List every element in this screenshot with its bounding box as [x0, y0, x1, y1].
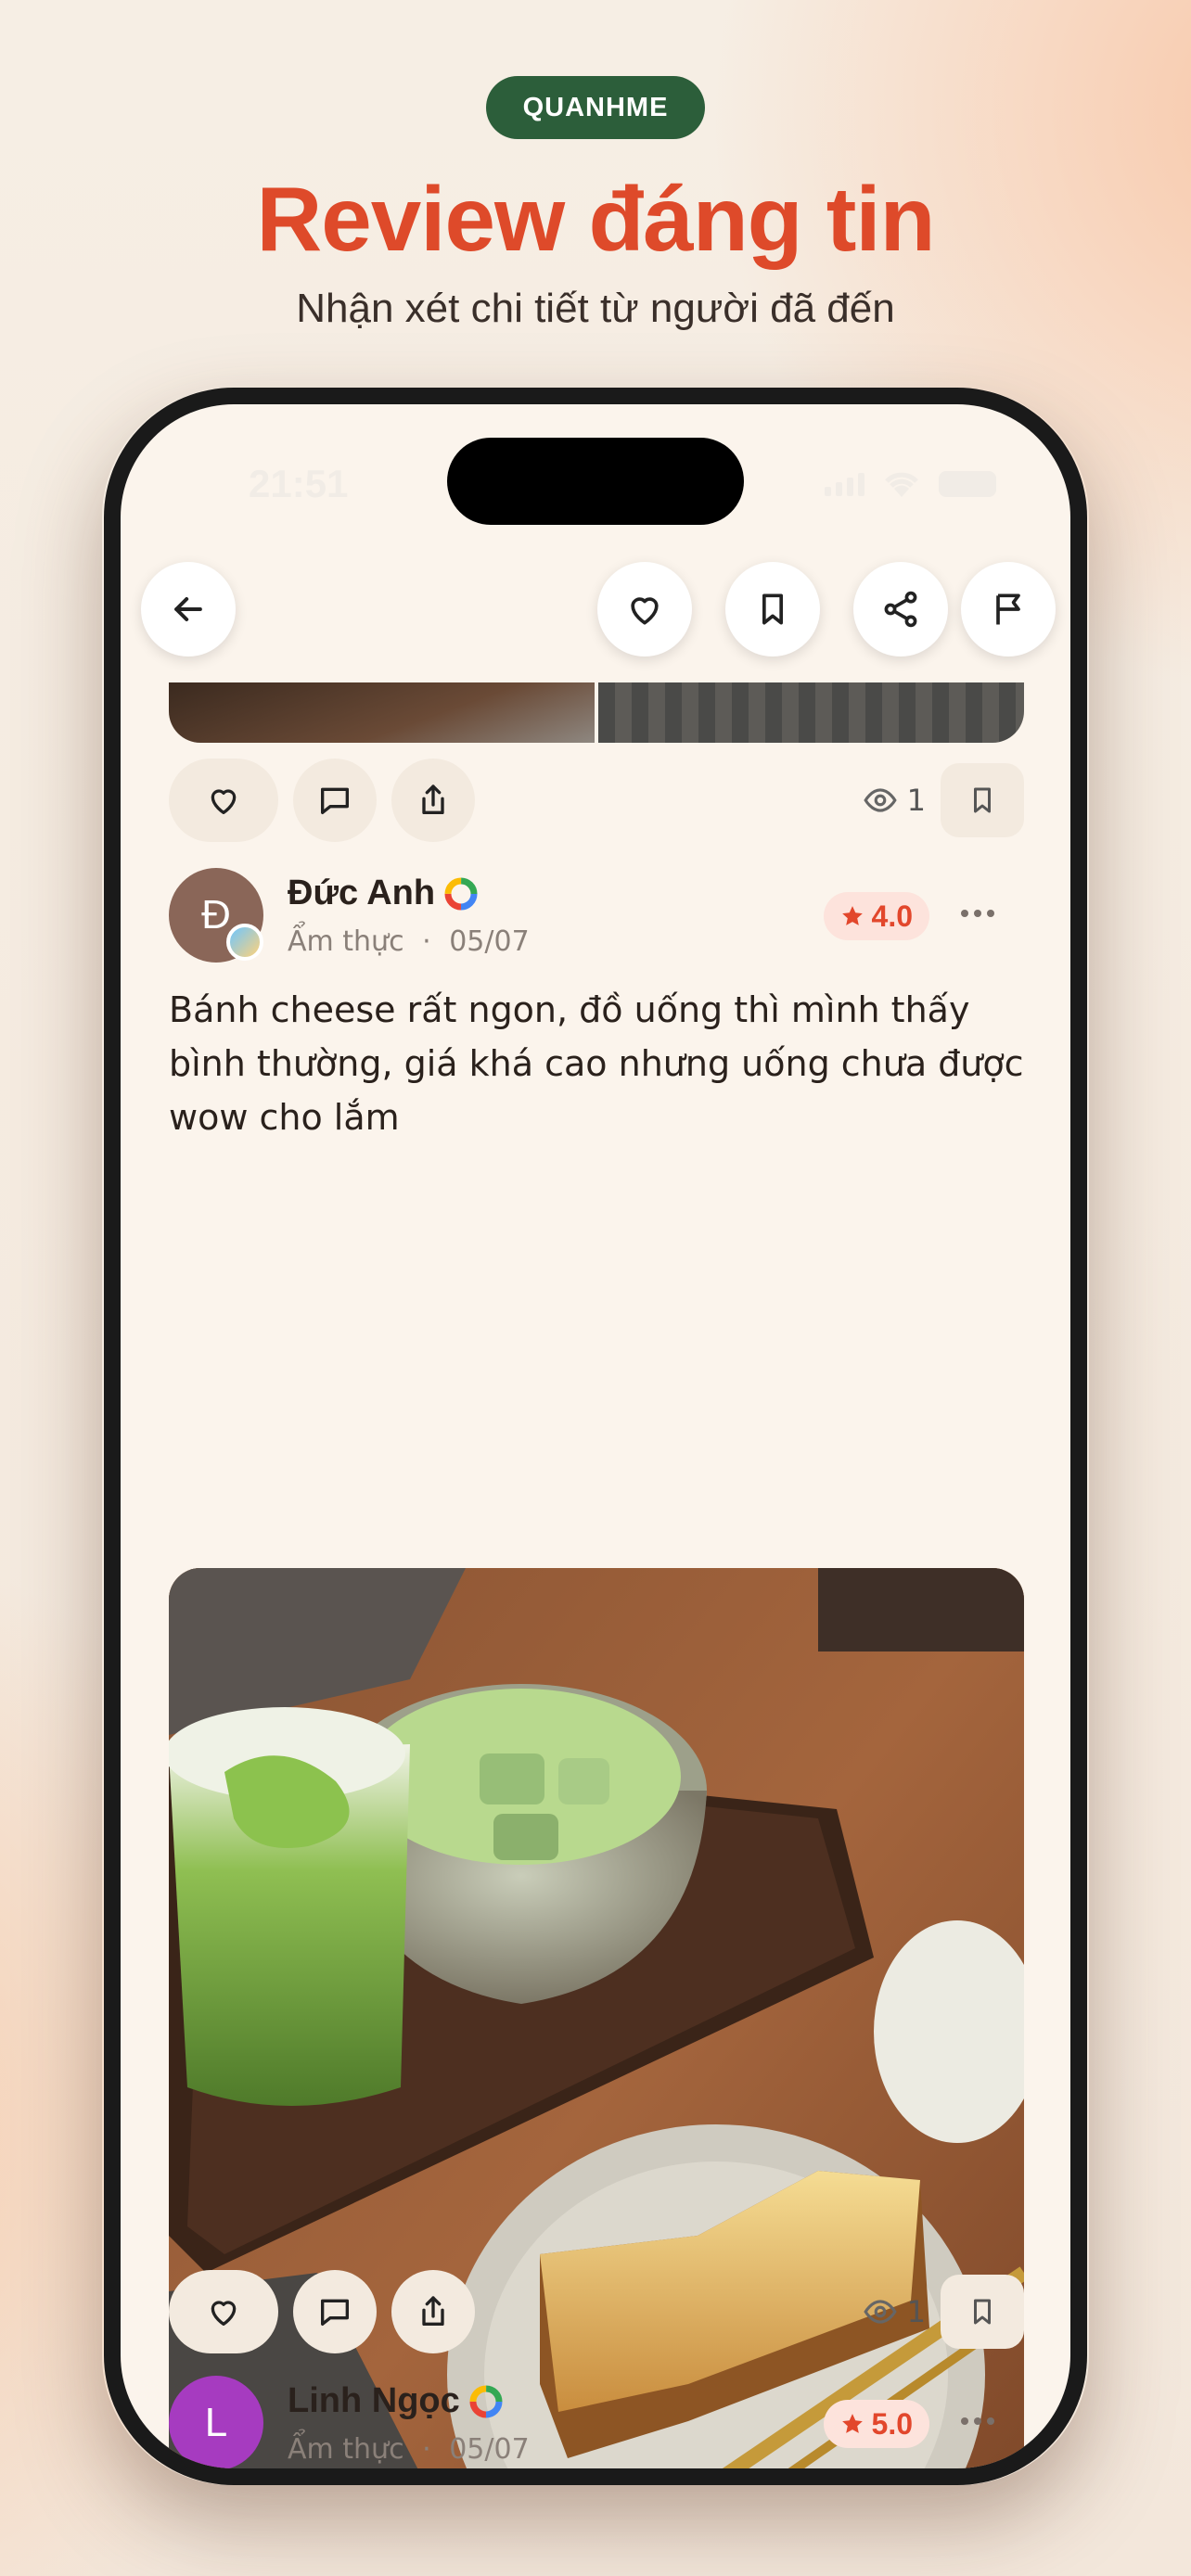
upload-share-icon: [422, 2296, 444, 2326]
review-card: L Linh Ngọc Ẩm thực · 05/07 5.0: [169, 2376, 1024, 2468]
avatar-letter: Đ: [201, 892, 231, 937]
view-count: 1: [863, 783, 926, 818]
more-options-icon[interactable]: [959, 2407, 996, 2435]
dynamic-island: [447, 438, 744, 525]
reviewer-name-text: Linh Ngọc: [288, 2381, 460, 2420]
rating-badge: 5.0: [823, 2400, 929, 2448]
review-meta: Ẩm thực · 05/07: [288, 925, 530, 958]
reviewer-name[interactable]: Đức Anh: [288, 874, 478, 913]
view-count-value: 1: [906, 2294, 926, 2329]
bookmark-review-button[interactable]: [941, 763, 1024, 837]
wifi-icon: [885, 472, 918, 497]
meta-separator: ·: [422, 2433, 431, 2466]
star-icon: [841, 2414, 863, 2433]
comment-icon: [321, 2299, 349, 2326]
avatar[interactable]: L: [169, 2376, 263, 2468]
phone-frame: 21:51 1 Đ Đức Anh Ẩm thực · 05/07 4.0 Bá…: [104, 388, 1087, 2485]
reviewer-name[interactable]: Linh Ngọc: [288, 2381, 503, 2421]
view-count: 1: [863, 2294, 926, 2329]
promo-subhead: Nhận xét chi tiết từ người đã đến: [296, 286, 895, 331]
meta-separator: ·: [422, 925, 431, 958]
review-date: 05/07: [449, 2433, 530, 2466]
brand-badge: QUANHME: [486, 76, 705, 139]
bookmark-icon: [974, 2299, 991, 2325]
promo-headline: Review đáng tin: [256, 168, 935, 270]
like-button[interactable]: [169, 759, 278, 842]
review-meta: Ẩm thực · 05/07: [288, 2433, 530, 2466]
review-category: Ẩm thực: [288, 2433, 404, 2466]
heart-icon: [211, 2301, 237, 2326]
star-icon: [841, 906, 863, 925]
review-date: 05/07: [449, 925, 530, 958]
comment-icon: [321, 787, 349, 814]
signal-icon: [825, 472, 864, 496]
review-action-bar: 1: [169, 759, 1024, 842]
avatar-letter: L: [204, 2400, 228, 2445]
flag-icon: [996, 593, 1020, 625]
bookmark-icon: [762, 593, 783, 625]
app-screen: 21:51 1 Đ Đức Anh Ẩm thực · 05/07 4.0 Bá…: [121, 404, 1070, 2468]
review-text: Bánh cheese rất ngon, đồ uống thì mình t…: [169, 989, 1024, 1138]
battery-icon: [939, 471, 996, 497]
photo-thumb[interactable]: [598, 682, 1024, 743]
comment-button[interactable]: [293, 759, 377, 842]
more-options-icon[interactable]: [959, 899, 996, 927]
status-icons: [825, 469, 996, 499]
google-icon: [469, 2385, 503, 2417]
share-button[interactable]: [391, 759, 475, 842]
status-time: 21:51: [249, 462, 349, 505]
review-category: Ẩm thực: [288, 925, 404, 958]
previous-review-photos[interactable]: [169, 682, 1024, 743]
back-button[interactable]: [141, 562, 236, 657]
share-button[interactable]: [391, 2270, 475, 2353]
favorite-button[interactable]: [597, 562, 692, 657]
share-button[interactable]: [853, 562, 948, 657]
level-badge-icon: [226, 924, 263, 961]
view-count-value: 1: [906, 783, 926, 818]
upload-share-icon: [422, 784, 444, 814]
like-button[interactable]: [169, 2270, 278, 2353]
photo-thumb[interactable]: [169, 682, 595, 743]
back-arrow-icon: [174, 596, 202, 622]
review-card: Đ Đức Anh Ẩm thực · 05/07 4.0 Bánh chees…: [169, 868, 1024, 1144]
heart-icon: [631, 597, 659, 625]
google-icon: [444, 877, 478, 910]
rating-value: 5.0: [871, 2406, 913, 2441]
rating-value: 4.0: [871, 899, 913, 933]
heart-icon: [211, 789, 237, 814]
eye-icon: [863, 788, 897, 812]
share-icon: [884, 591, 917, 628]
reviewer-name-text: Đức Anh: [288, 874, 436, 912]
eye-icon: [863, 2300, 897, 2324]
bookmark-review-button[interactable]: [941, 2275, 1024, 2349]
bookmark-icon: [974, 787, 991, 813]
comment-button[interactable]: [293, 2270, 377, 2353]
review-action-bar: 1: [169, 2270, 1024, 2353]
rating-badge: 4.0: [823, 892, 929, 940]
report-button[interactable]: [961, 562, 1056, 657]
save-button[interactable]: [725, 562, 820, 657]
